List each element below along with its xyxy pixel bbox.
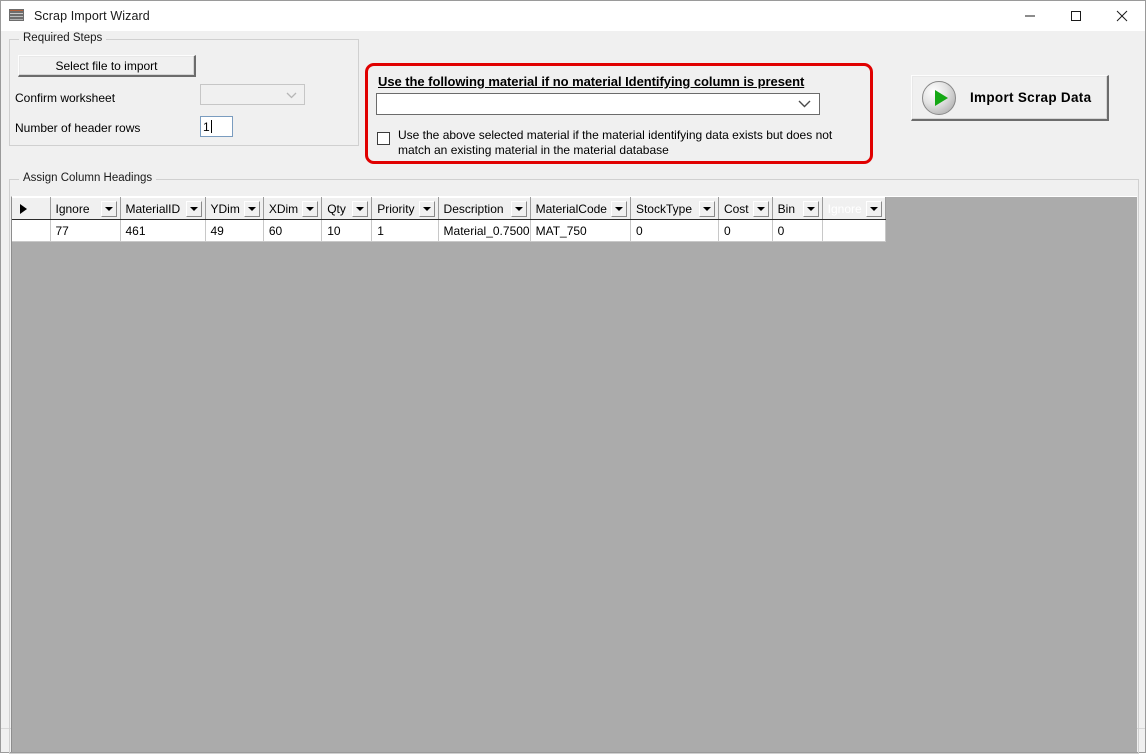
- grid-column-header-label: Cost: [724, 202, 749, 216]
- chevron-down-icon[interactable]: [186, 201, 202, 217]
- grid-column-header[interactable]: Bin: [772, 198, 822, 220]
- grid-column-header-label: Priority: [377, 202, 414, 216]
- use-selected-material-checkbox-row[interactable]: Use the above selected material if the m…: [377, 128, 857, 158]
- grid-column-header[interactable]: Ignore: [822, 198, 885, 220]
- table-cell[interactable]: 0: [772, 220, 822, 242]
- grid-column-header[interactable]: MaterialID: [120, 198, 205, 220]
- table-cell[interactable]: 60: [263, 220, 321, 242]
- grid-column-header-label: Bin: [778, 202, 795, 216]
- import-scrap-data-button-label: Import Scrap Data: [970, 90, 1091, 105]
- grid-column-header[interactable]: Description: [438, 198, 530, 220]
- default-material-select[interactable]: [376, 93, 820, 115]
- table-cell[interactable]: 1: [372, 220, 438, 242]
- grid-column-header-label: YDim: [211, 202, 240, 216]
- maximize-icon[interactable]: [1053, 1, 1099, 31]
- grid-column-header[interactable]: Qty: [322, 198, 372, 220]
- grid-column-header[interactable]: YDim: [205, 198, 263, 220]
- assign-column-headings-legend: Assign Column Headings: [19, 172, 156, 185]
- table-cell[interactable]: 0: [718, 220, 772, 242]
- grid-column-header-label: Ignore: [828, 202, 862, 216]
- required-steps-legend: Required Steps: [19, 32, 106, 45]
- required-steps-group: Required Steps Select file to import Con…: [9, 39, 359, 146]
- row-selector-header: [12, 198, 50, 220]
- table-cell[interactable]: Material_0.7500: [438, 220, 530, 242]
- chevron-down-icon: [286, 88, 297, 102]
- table-cell[interactable]: [822, 220, 885, 242]
- import-scrap-data-button[interactable]: Import Scrap Data: [911, 75, 1109, 121]
- column-mapping-grid-area: Ignore MaterialID YDim XDim Qty Priority Descr…: [11, 196, 1137, 752]
- number-of-header-rows-label: Number of header rows: [15, 121, 140, 135]
- row-selector-cell[interactable]: [12, 220, 50, 242]
- column-mapping-grid: Ignore MaterialID YDim XDim Qty Priority Descr…: [12, 197, 886, 242]
- grid-column-header-label: MaterialID: [126, 202, 181, 216]
- table-cell[interactable]: MAT_750: [530, 220, 630, 242]
- use-selected-material-checkbox[interactable]: [377, 132, 390, 145]
- layers-stack-icon: [8, 7, 26, 25]
- grid-body: 774614960101Material_0.7500MAT_750000: [12, 220, 885, 242]
- grid-column-header-label: StockType: [636, 202, 692, 216]
- grid-column-header-label: XDim: [269, 202, 298, 216]
- chevron-down-icon[interactable]: [419, 201, 435, 217]
- table-cell[interactable]: 49: [205, 220, 263, 242]
- table-row[interactable]: 774614960101Material_0.7500MAT_750000: [12, 220, 885, 242]
- grid-column-header-label: Ignore: [56, 202, 90, 216]
- table-cell[interactable]: 10: [322, 220, 372, 242]
- grid-column-header-label: MaterialCode: [536, 202, 607, 216]
- default-material-panel-title: Use the following material if no materia…: [378, 74, 804, 89]
- grid-header-row: Ignore MaterialID YDim XDim Qty Priority Descr…: [12, 198, 885, 220]
- window-body: Required Steps Select file to import Con…: [1, 31, 1145, 728]
- header-rows-value: 1: [203, 120, 210, 134]
- grid-column-header[interactable]: Priority: [372, 198, 438, 220]
- confirm-worksheet-label: Confirm worksheet: [15, 91, 115, 105]
- grid-column-header[interactable]: MaterialCode: [530, 198, 630, 220]
- window-controls: [1007, 1, 1145, 31]
- grid-column-header[interactable]: Ignore: [50, 198, 120, 220]
- select-file-to-import-button[interactable]: Select file to import: [18, 55, 196, 77]
- number-of-header-rows-input[interactable]: 1: [200, 116, 233, 137]
- use-selected-material-checkbox-label: Use the above selected material if the m…: [398, 128, 848, 158]
- chevron-down-icon[interactable]: [352, 201, 368, 217]
- default-material-panel: Use the following material if no materia…: [365, 63, 873, 164]
- chevron-down-icon[interactable]: [244, 201, 260, 217]
- table-cell[interactable]: 77: [50, 220, 120, 242]
- select-file-button-label: Select file to import: [55, 59, 157, 73]
- row-selector-arrow-icon: [20, 204, 27, 214]
- confirm-worksheet-select[interactable]: [200, 84, 305, 105]
- table-cell[interactable]: 0: [630, 220, 718, 242]
- chevron-down-icon: [798, 97, 811, 111]
- play-circle-icon: [922, 81, 956, 115]
- close-icon[interactable]: [1099, 1, 1145, 31]
- chevron-down-icon[interactable]: [511, 201, 527, 217]
- scrap-import-wizard-window: Scrap Import Wizard Required Steps Selec…: [0, 0, 1146, 753]
- chevron-down-icon[interactable]: [302, 201, 318, 217]
- chevron-down-icon[interactable]: [803, 201, 819, 217]
- grid-column-header-label: Qty: [327, 202, 346, 216]
- table-cell[interactable]: 461: [120, 220, 205, 242]
- grid-column-header[interactable]: Cost: [718, 198, 772, 220]
- chevron-down-icon[interactable]: [611, 201, 627, 217]
- title-bar: Scrap Import Wizard: [1, 1, 1145, 31]
- minimize-icon[interactable]: [1007, 1, 1053, 31]
- chevron-down-icon[interactable]: [753, 201, 769, 217]
- assign-column-headings-group: Assign Column Headings IgnoreMaterialIDY…: [9, 179, 1139, 754]
- grid-column-header[interactable]: StockType: [630, 198, 718, 220]
- text-caret: [211, 120, 212, 133]
- chevron-down-icon[interactable]: [699, 201, 715, 217]
- window-title: Scrap Import Wizard: [34, 9, 150, 23]
- grid-column-header[interactable]: XDim: [263, 198, 321, 220]
- grid-column-header-label: Description: [444, 202, 504, 216]
- chevron-down-icon[interactable]: [866, 201, 882, 217]
- chevron-down-icon[interactable]: [101, 201, 117, 217]
